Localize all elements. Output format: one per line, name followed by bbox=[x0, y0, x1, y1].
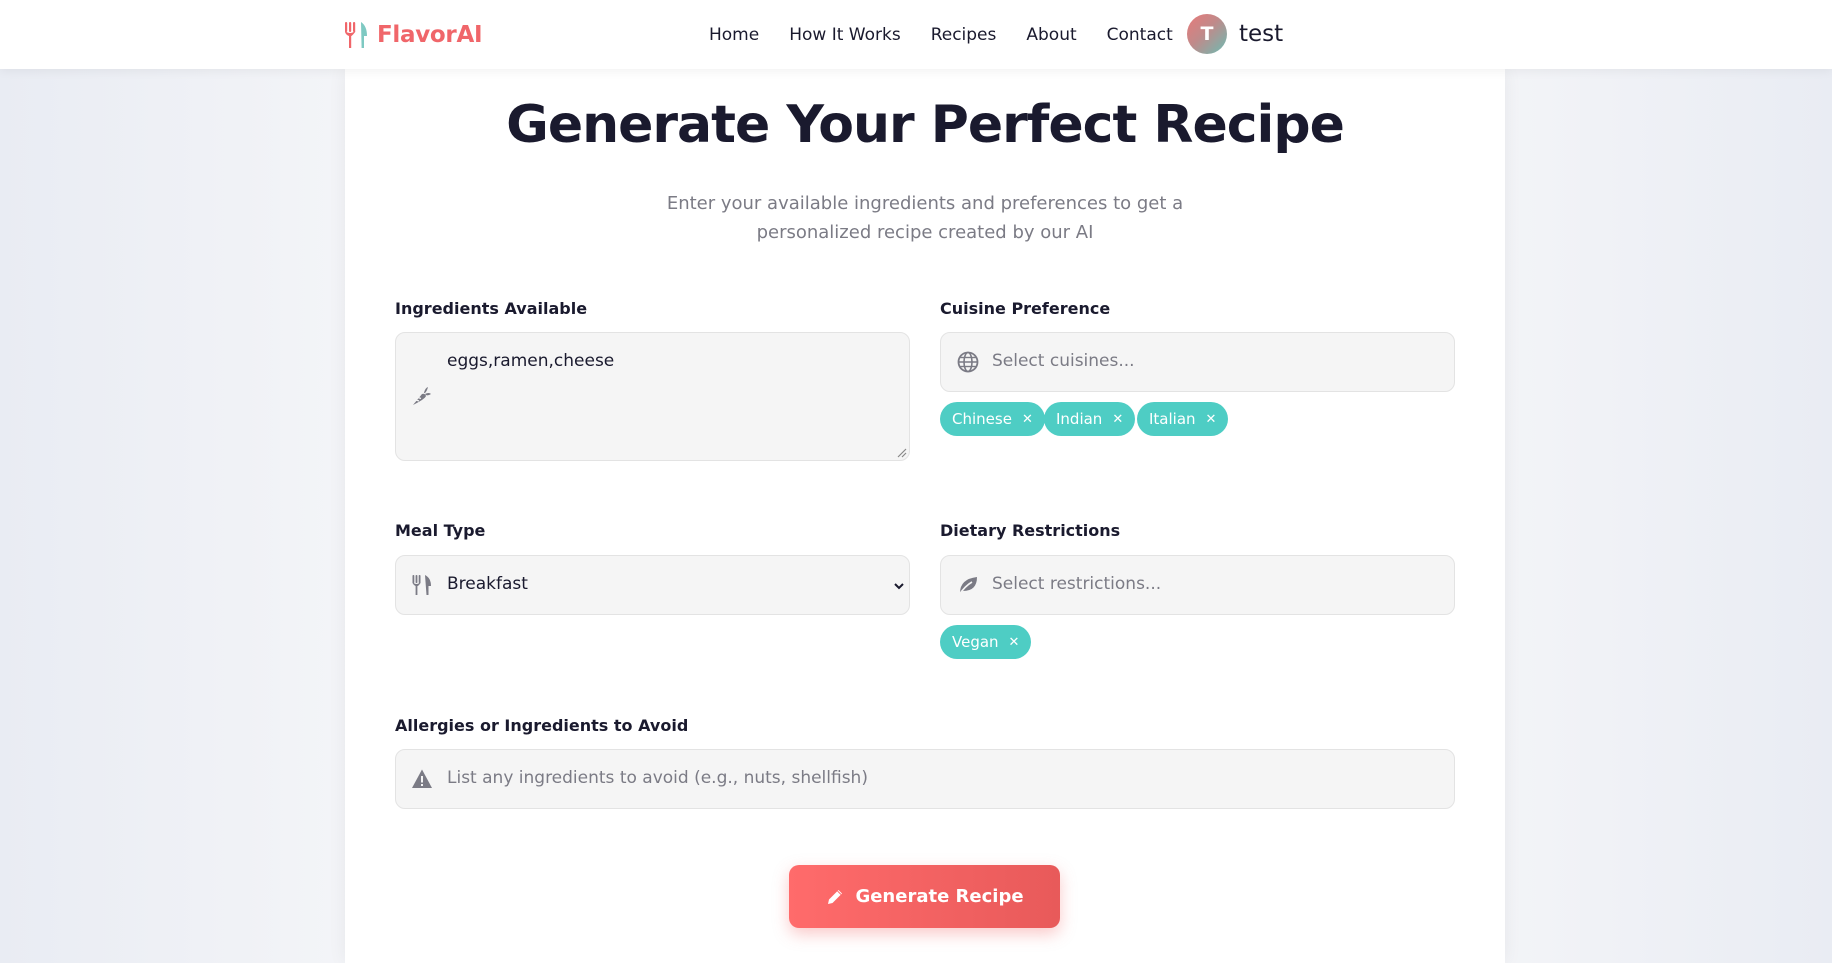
allergies-input[interactable]: List any ingredients to avoid (e.g., nut… bbox=[395, 749, 1455, 809]
generate-recipe-button[interactable]: Generate Recipe bbox=[789, 865, 1060, 928]
dietary-label: Dietary Restrictions bbox=[940, 521, 1121, 540]
cuisine-placeholder: Select cuisines... bbox=[992, 351, 1135, 371]
cuisine-tag-label: Chinese bbox=[952, 410, 1012, 428]
remove-tag-icon[interactable]: ✕ bbox=[1009, 636, 1020, 649]
cuisine-tag-label: Indian bbox=[1056, 410, 1103, 428]
nav-link-contact[interactable]: Contact bbox=[1107, 25, 1173, 45]
remove-tag-icon[interactable]: ✕ bbox=[1022, 413, 1033, 426]
top-navbar: FlavorAI Home How It Works Recipes About… bbox=[0, 0, 1832, 69]
allergies-label: Allergies or Ingredients to Avoid bbox=[395, 716, 689, 735]
warning-icon bbox=[412, 769, 432, 788]
cuisine-select[interactable]: Select cuisines... bbox=[940, 332, 1455, 392]
avatar: T bbox=[1187, 14, 1227, 54]
ingredients-value: eggs,ramen,cheese bbox=[447, 351, 615, 371]
brand-logo[interactable]: FlavorAI bbox=[343, 18, 483, 52]
dietary-tag[interactable]: Vegan ✕ bbox=[940, 625, 1032, 659]
recipe-form-card: Generate Your Perfect Recipe Enter your … bbox=[345, 69, 1505, 963]
nav-link-home[interactable]: Home bbox=[709, 25, 759, 45]
cuisine-tag[interactable]: Indian ✕ bbox=[1044, 402, 1136, 436]
fork-knife-icon bbox=[345, 22, 367, 48]
dietary-select[interactable]: Select restrictions... bbox=[940, 555, 1455, 615]
user-menu[interactable]: T test bbox=[1187, 14, 1283, 54]
nav-link-how-it-works[interactable]: How It Works bbox=[789, 25, 900, 45]
cuisine-label: Cuisine Preference bbox=[940, 299, 1111, 318]
ingredients-label: Ingredients Available bbox=[395, 299, 588, 318]
meal-type-select[interactable]: Breakfast bbox=[395, 555, 910, 615]
cuisine-tag-label: Italian bbox=[1149, 410, 1196, 428]
carrot-icon bbox=[413, 387, 431, 405]
utensils-icon bbox=[412, 575, 431, 595]
resize-handle-icon[interactable] bbox=[897, 448, 907, 458]
dietary-placeholder: Select restrictions... bbox=[992, 574, 1162, 594]
leaf-icon bbox=[958, 577, 977, 596]
ingredients-textarea[interactable]: eggs,ramen,cheese bbox=[395, 332, 910, 461]
nav-link-about[interactable]: About bbox=[1026, 25, 1076, 45]
meal-type-label: Meal Type bbox=[395, 521, 486, 540]
allergies-placeholder: List any ingredients to avoid (e.g., nut… bbox=[447, 768, 868, 788]
brand-name: FlavorAI bbox=[377, 22, 483, 48]
cuisine-tag[interactable]: Chinese ✕ bbox=[940, 402, 1045, 436]
globe-icon bbox=[957, 351, 979, 373]
main-nav: Home How It Works Recipes About Contact bbox=[709, 22, 1173, 48]
generate-recipe-label: Generate Recipe bbox=[855, 886, 1024, 907]
remove-tag-icon[interactable]: ✕ bbox=[1112, 413, 1123, 426]
remove-tag-icon[interactable]: ✕ bbox=[1206, 413, 1217, 426]
page-subtitle: Enter your available ingredients and pre… bbox=[666, 193, 1184, 243]
page-title: Generate Your Perfect Recipe bbox=[506, 95, 1345, 155]
meal-type-value: Breakfast bbox=[447, 574, 528, 594]
cuisine-tag[interactable]: Italian ✕ bbox=[1137, 402, 1229, 436]
user-name: test bbox=[1239, 21, 1284, 47]
chevron-down-icon bbox=[894, 583, 904, 590]
pencil-icon bbox=[828, 889, 843, 904]
dietary-tag-label: Vegan bbox=[952, 633, 999, 651]
nav-link-recipes[interactable]: Recipes bbox=[931, 25, 997, 45]
